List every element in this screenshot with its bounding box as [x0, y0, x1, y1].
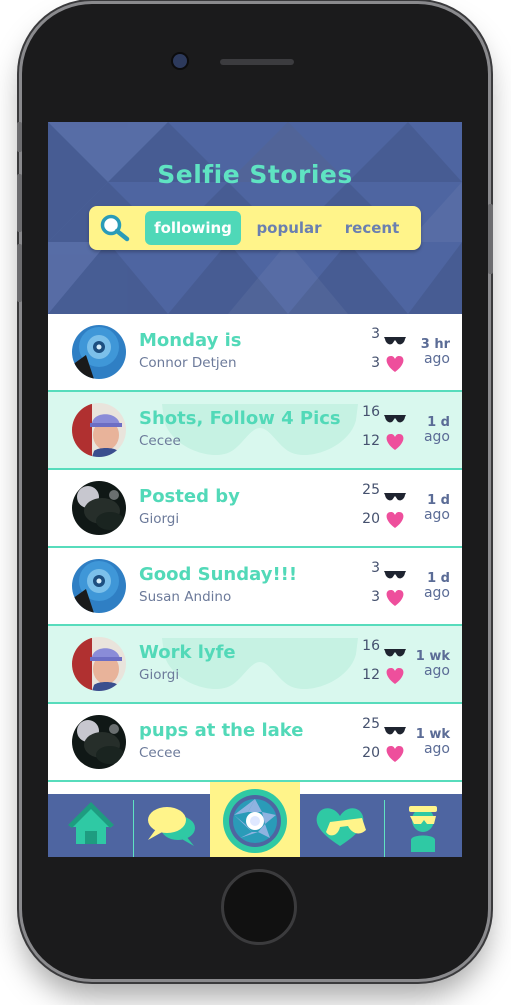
story-author: Giorgi [139, 511, 180, 527]
glasses-count: 25 [362, 716, 380, 732]
time-value: 3 hr [420, 337, 450, 352]
heart-count: 20 [362, 745, 380, 761]
avatar[interactable] [72, 325, 126, 379]
sunglasses-icon[interactable] [384, 565, 406, 579]
page-title: Selfie Stories [157, 160, 353, 189]
time-value: 1 d [427, 571, 450, 586]
time-unit: ago [423, 507, 450, 523]
glasses-count: 3 [371, 326, 380, 342]
tab-popular[interactable]: popular [249, 211, 329, 245]
story-title: Shots, Follow 4 Pics [139, 408, 341, 429]
time-value: 1 wk [415, 649, 450, 664]
story-title: Monday is [139, 330, 242, 351]
story-title: Posted by [139, 486, 240, 507]
story-row[interactable]: Monday is Connor Detjen 3 3 3 hr ago [48, 314, 462, 392]
home-button[interactable] [221, 869, 297, 945]
nav-favorites[interactable] [300, 794, 384, 857]
story-author: Susan Andino [139, 589, 232, 605]
avatar[interactable] [72, 715, 126, 769]
profile-icon [409, 806, 437, 852]
sunglasses-icon[interactable] [384, 487, 406, 501]
story-author: Connor Detjen [139, 355, 237, 371]
story-row[interactable]: Work lyfe Giorgi 16 12 1 wk ago [48, 626, 462, 704]
heart-icon[interactable] [386, 590, 404, 606]
filter-tabs: following popular recent [89, 206, 421, 250]
nav-profile[interactable] [385, 794, 462, 857]
time-unit: ago [423, 741, 450, 757]
heart-icon[interactable] [386, 668, 404, 684]
heart-count: 20 [362, 511, 380, 527]
avatar[interactable] [72, 481, 126, 535]
story-author: Giorgi [139, 667, 180, 683]
front-camera [173, 54, 187, 68]
story-list: Monday is Connor Detjen 3 3 3 hr ago Shots, Fo… [48, 314, 462, 794]
nav-messages[interactable] [134, 794, 210, 857]
glasses-count: 16 [362, 638, 380, 654]
heart-glasses-icon [316, 808, 366, 846]
time-value: 1 wk [415, 727, 450, 742]
volume-up-button [17, 174, 22, 232]
story-row[interactable]: Shots, Follow 4 Pics Cecee 16 12 1 d ago [48, 392, 462, 470]
camera-button[interactable] [210, 782, 300, 857]
time-value: 1 d [427, 415, 450, 430]
time-unit: ago [423, 663, 450, 679]
app-screen: Selfie Stories following popular recent … [48, 122, 462, 857]
story-row[interactable]: Posted by Giorgi 25 20 1 d ago [48, 470, 462, 548]
story-title: Good Sunday!!! [139, 564, 298, 585]
heart-count: 12 [362, 433, 380, 449]
heart-count: 12 [362, 667, 380, 683]
story-time: 1 wk ago [410, 727, 450, 757]
sunglasses-icon[interactable] [384, 721, 406, 735]
story-title: pups at the lake [139, 720, 304, 741]
story-author: Cecee [139, 745, 181, 761]
power-button [488, 204, 493, 274]
heart-icon[interactable] [386, 434, 404, 450]
story-row[interactable]: pups at the lake Cecee 25 20 1 wk ago [48, 704, 462, 782]
sunglasses-icon[interactable] [384, 643, 406, 657]
header: Selfie Stories following popular recent [48, 122, 462, 314]
bottom-nav [48, 782, 462, 857]
nav-home[interactable] [48, 794, 133, 857]
story-title: Work lyfe [139, 642, 236, 663]
tab-following[interactable]: following [145, 211, 241, 245]
time-unit: ago [423, 585, 450, 601]
heart-count: 3 [371, 589, 380, 605]
tab-recent[interactable]: recent [337, 211, 407, 245]
chat-icon [148, 807, 195, 846]
sunglasses-icon[interactable] [384, 331, 406, 345]
mute-switch [17, 122, 22, 152]
heart-icon[interactable] [386, 356, 404, 372]
story-time: 1 d ago [410, 415, 450, 445]
search-icon[interactable] [99, 213, 131, 243]
glasses-count: 25 [362, 482, 380, 498]
home-icon [68, 802, 114, 844]
time-unit: ago [423, 429, 450, 445]
volume-down-button [17, 244, 22, 302]
time-value: 1 d [427, 493, 450, 508]
sunglasses-icon[interactable] [384, 409, 406, 423]
story-row[interactable]: Good Sunday!!! Susan Andino 3 3 1 d ago [48, 548, 462, 626]
story-time: 3 hr ago [410, 337, 450, 367]
story-author: Cecee [139, 433, 181, 449]
story-time: 1 wk ago [410, 649, 450, 679]
time-unit: ago [423, 351, 450, 367]
avatar[interactable] [72, 637, 126, 691]
glasses-count: 16 [362, 404, 380, 420]
heart-icon[interactable] [386, 512, 404, 528]
avatar[interactable] [72, 559, 126, 613]
glasses-count: 3 [371, 560, 380, 576]
story-time: 1 d ago [410, 493, 450, 523]
camera-shutter-icon [223, 789, 287, 853]
heart-count: 3 [371, 355, 380, 371]
earpiece-speaker [220, 59, 294, 65]
story-time: 1 d ago [410, 571, 450, 601]
avatar[interactable] [72, 403, 126, 457]
heart-icon[interactable] [386, 746, 404, 762]
